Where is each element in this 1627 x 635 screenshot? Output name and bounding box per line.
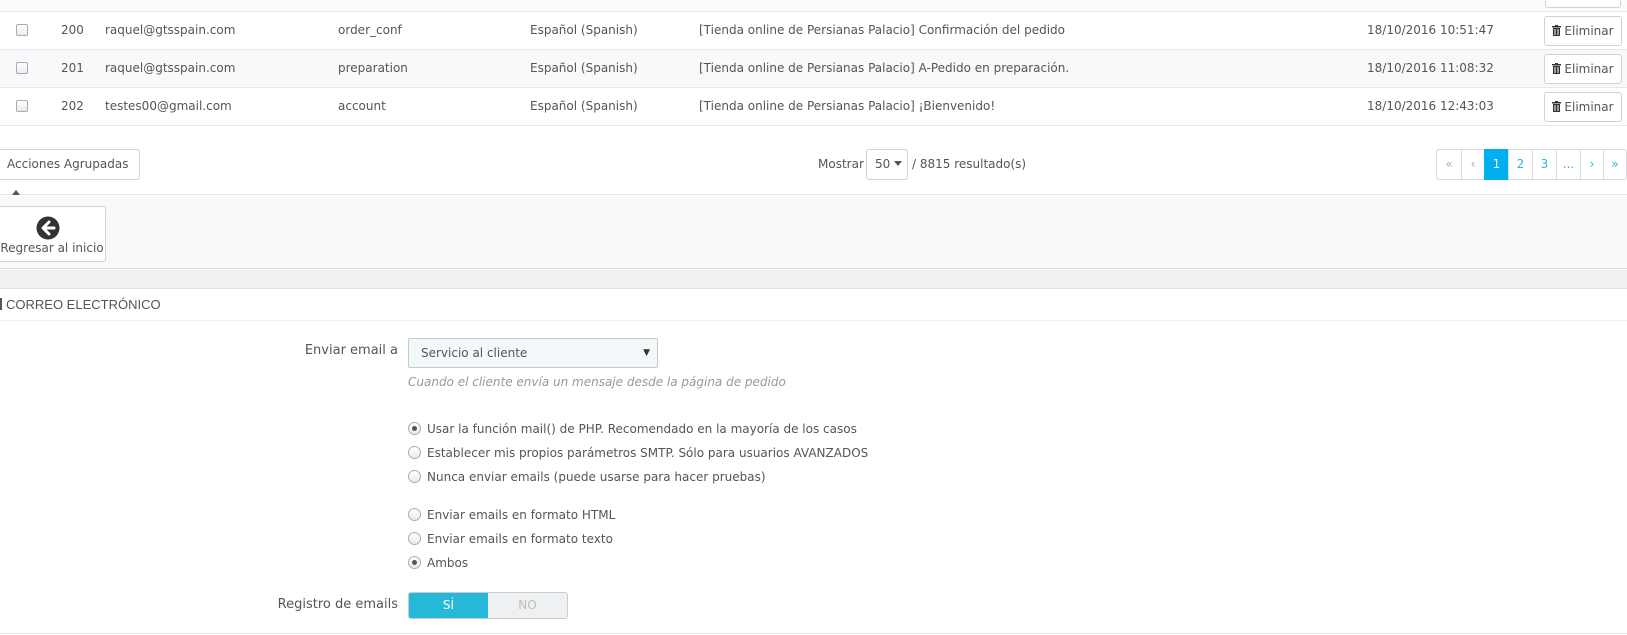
- bulk-actions-label: Acciones Agrupadas: [7, 157, 129, 171]
- toggle-no[interactable]: NO: [488, 593, 567, 618]
- method-option-php-mail[interactable]: Usar la función mail() de PHP. Recomenda…: [408, 422, 857, 440]
- back-to-home-button[interactable]: Regresar al inicio: [0, 206, 106, 262]
- cell-date: 18/10/2016 11:08:32: [1367, 61, 1494, 75]
- last-page-button[interactable]: »: [1603, 149, 1627, 180]
- show-label: Mostrar: [818, 157, 864, 171]
- format-option-text[interactable]: Enviar emails en formato texto: [408, 532, 613, 550]
- page-2-button[interactable]: 2: [1508, 149, 1533, 180]
- table-row: 201 raquel@gtsspain.com preparation Espa…: [0, 50, 1627, 88]
- table-row-partial: [0, 0, 1627, 12]
- delete-label: Eliminar: [1564, 62, 1614, 76]
- cell-subject: [Tienda online de Persianas Palacio] Con…: [699, 23, 1065, 37]
- cell-date: 18/10/2016 10:51:47: [1367, 23, 1494, 37]
- page-3-button[interactable]: 3: [1532, 149, 1557, 180]
- cell-template: order_conf: [338, 23, 402, 37]
- first-page-button[interactable]: «: [1436, 149, 1462, 180]
- format-option-both[interactable]: Ambos: [408, 556, 468, 574]
- cell-subject: [Tienda online de Persianas Palacio] A-P…: [699, 61, 1070, 75]
- results-count: / 8815 resultado(s): [912, 157, 1027, 171]
- method-option-never[interactable]: Nunca enviar emails (puede usarse para h…: [408, 470, 766, 488]
- cell-template: account: [338, 99, 386, 113]
- delete-button[interactable]: Eliminar: [1544, 92, 1622, 122]
- divider: [0, 633, 1627, 634]
- list-footer: Acciones Agrupadas Mostrar 50 / 8815 res…: [0, 127, 1627, 195]
- row-checkbox[interactable]: [16, 24, 28, 36]
- toggle-yes[interactable]: SÍ: [409, 593, 488, 618]
- pagination: « ‹ 1 2 3 ... › »: [1436, 149, 1627, 180]
- radio-button[interactable]: [408, 446, 421, 459]
- arrow-circle-left-icon: [36, 216, 60, 240]
- trash-icon: [1552, 25, 1562, 36]
- option-label: Enviar emails en formato texto: [427, 532, 613, 546]
- format-option-html[interactable]: Enviar emails en formato HTML: [408, 508, 615, 526]
- option-label: Usar la función mail() de PHP. Recomenda…: [427, 422, 857, 436]
- delete-button[interactable]: Eliminar: [1544, 16, 1622, 46]
- radio-button[interactable]: [408, 556, 421, 569]
- option-label: Nunca enviar emails (puede usarse para h…: [427, 470, 766, 484]
- per-page-select[interactable]: 50: [866, 149, 908, 180]
- send-to-select[interactable]: Servicio al cliente ▼: [408, 338, 658, 368]
- radio-button[interactable]: [408, 422, 421, 435]
- cell-language: Español (Spanish): [530, 61, 638, 75]
- delete-label: Eliminar: [1564, 100, 1614, 114]
- radio-button[interactable]: [408, 470, 421, 483]
- row-checkbox[interactable]: [16, 100, 28, 112]
- email-log-table: 200 raquel@gtsspain.com order_conf Españ…: [0, 0, 1627, 127]
- delete-button[interactable]: Eliminar: [1544, 54, 1622, 84]
- cell-recipient: raquel@gtsspain.com: [105, 61, 236, 75]
- delete-button-partial[interactable]: [1545, 0, 1621, 8]
- cell-language: Español (Spanish): [530, 99, 638, 113]
- dropdown-arrow-icon: ▼: [643, 348, 650, 358]
- cell-template: preparation: [338, 61, 408, 75]
- radio-button[interactable]: [408, 508, 421, 521]
- back-panel: Regresar al inicio: [0, 196, 1627, 269]
- page-1-button[interactable]: 1: [1484, 149, 1509, 180]
- back-to-home-label: Regresar al inicio: [0, 241, 104, 255]
- cell-id: 201: [61, 61, 84, 75]
- email-settings-panel: CORREO ELECTRÓNICO Enviar email a Servic…: [0, 290, 1627, 635]
- row-checkbox[interactable]: [16, 62, 28, 74]
- send-to-label: Enviar email a: [304, 343, 398, 358]
- cell-id: 202: [61, 99, 84, 113]
- email-log-label: Registro de emails: [277, 597, 398, 612]
- cell-recipient: testes00@gmail.com: [105, 99, 232, 113]
- table-row: 200 raquel@gtsspain.com order_conf Españ…: [0, 12, 1627, 50]
- method-option-smtp[interactable]: Establecer mis propios parámetros SMTP. …: [408, 446, 868, 464]
- send-to-help: Cuando el cliente envía un mensaje desde…: [408, 375, 786, 389]
- next-page-button[interactable]: ›: [1580, 149, 1604, 180]
- envelope-icon: [0, 298, 2, 310]
- cell-language: Español (Spanish): [530, 23, 638, 37]
- per-page-value: 50: [875, 157, 891, 171]
- panel-heading-title: CORREO ELECTRÓNICO: [6, 297, 161, 312]
- page-ellipsis: ...: [1556, 149, 1581, 180]
- caret-down-icon: [894, 161, 903, 166]
- option-label: Enviar emails en formato HTML: [427, 508, 616, 522]
- cell-id: 200: [61, 23, 84, 37]
- option-label: Ambos: [427, 556, 469, 570]
- trash-icon: [1552, 101, 1562, 112]
- section-separator: [0, 270, 1627, 289]
- email-log-toggle[interactable]: SÍ NO: [408, 592, 568, 619]
- panel-heading: CORREO ELECTRÓNICO: [0, 290, 1627, 321]
- cell-date: 18/10/2016 12:43:03: [1367, 99, 1494, 113]
- option-label: Establecer mis propios parámetros SMTP. …: [427, 446, 869, 460]
- bulk-actions-button[interactable]: Acciones Agrupadas: [0, 149, 140, 195]
- trash-icon: [1552, 63, 1562, 74]
- prev-page-button[interactable]: ‹: [1461, 149, 1485, 180]
- cell-subject: [Tienda online de Persianas Palacio] ¡Bi…: [699, 99, 996, 113]
- delete-label: Eliminar: [1564, 24, 1614, 38]
- table-row: 202 testes00@gmail.com account Español (…: [0, 88, 1627, 126]
- caret-up-icon: [12, 190, 20, 195]
- send-to-value: Servicio al cliente: [421, 346, 528, 360]
- cell-recipient: raquel@gtsspain.com: [105, 23, 236, 37]
- radio-button[interactable]: [408, 532, 421, 545]
